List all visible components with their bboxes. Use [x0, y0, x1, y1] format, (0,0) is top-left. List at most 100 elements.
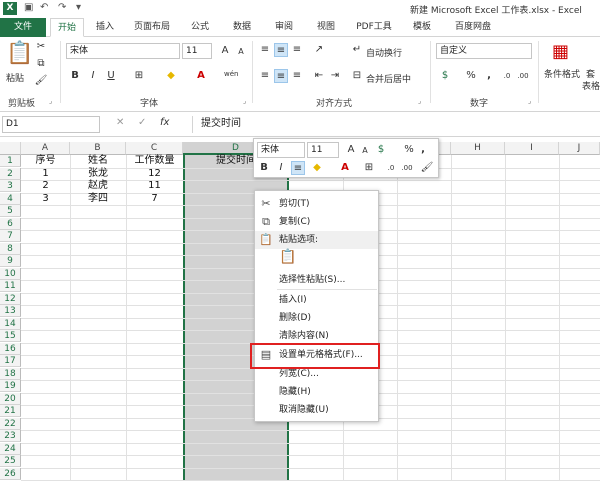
row-header-7[interactable]: 7 [0, 230, 21, 242]
save-icon[interactable]: ▣ [24, 2, 33, 13]
row-header-3[interactable]: 3 [0, 180, 21, 192]
align-right-icon[interactable]: ≡ [290, 69, 304, 83]
copy-icon[interactable]: ⧉ [34, 57, 48, 71]
paste-option-icon[interactable]: 📋 [279, 250, 296, 264]
grow-font-icon[interactable]: A [218, 44, 232, 58]
tab-data[interactable]: 数据 [228, 18, 256, 37]
row-header-16[interactable]: 16 [0, 342, 21, 355]
align-center-icon[interactable]: ≡ [291, 161, 305, 175]
formula-input[interactable]: 提交时间 [192, 116, 597, 133]
tab-formulas[interactable]: 公式 [186, 18, 214, 37]
name-box[interactable]: D1 [2, 116, 100, 133]
menu-item-6[interactable]: 删除(D) [255, 309, 378, 327]
mini-percent-button[interactable]: % [402, 143, 416, 157]
mini-comma-button[interactable]: , [416, 143, 430, 157]
tab-view[interactable]: 视图 [312, 18, 340, 37]
tab-templates[interactable]: 模板 [408, 18, 436, 37]
borders-icon[interactable]: ⊞ [132, 69, 146, 83]
row-header-9[interactable]: 9 [0, 255, 21, 267]
dialog-launcher-icon[interactable]: ⌟ [49, 97, 52, 105]
cell-a1[interactable]: 序号 [21, 155, 70, 167]
font-color-icon[interactable]: A [194, 69, 208, 83]
cell-c4[interactable]: 7 [126, 193, 183, 205]
dialog-launcher-icon[interactable]: ⌟ [243, 97, 246, 105]
dialog-launcher-icon[interactable]: ⌟ [528, 97, 531, 105]
percent-style-button[interactable]: % [464, 69, 478, 83]
accounting-format-icon[interactable]: $ [374, 143, 388, 157]
shrink-font-icon[interactable]: A [358, 144, 372, 158]
menu-item-11[interactable]: 取消隐藏(U) [255, 401, 378, 419]
paste-button-label[interactable]: 粘贴 [6, 71, 24, 84]
decrease-decimal-icon[interactable]: .00 [400, 161, 414, 175]
decrease-decimal-icon[interactable]: .00 [516, 69, 530, 83]
increase-decimal-icon[interactable]: .0 [500, 69, 514, 83]
row-header-11[interactable]: 11 [0, 280, 21, 292]
column-header-h[interactable]: H [451, 142, 505, 155]
cell-c1[interactable]: 工作数量 [126, 155, 183, 167]
customize-toolbar-icon[interactable]: ▾ [76, 2, 81, 13]
tab-review[interactable]: 审阅 [270, 18, 298, 37]
align-bottom-icon[interactable]: ≡ [290, 43, 304, 57]
font-size-select[interactable]: 11 [182, 43, 212, 59]
cell-a4[interactable]: 3 [21, 193, 70, 205]
borders-icon[interactable]: ⊞ [362, 161, 376, 175]
tab-pdf-tools[interactable]: PDF工具 [352, 18, 396, 37]
tab-page-layout[interactable]: 页面布局 [128, 18, 176, 37]
select-all-corner[interactable] [0, 142, 21, 155]
column-header-c[interactable]: C [126, 142, 183, 155]
row-header-22[interactable]: 22 [0, 417, 21, 430]
row-header-15[interactable]: 15 [0, 330, 21, 342]
column-header-i[interactable]: I [505, 142, 559, 155]
undo-icon[interactable]: ↶ [40, 2, 48, 13]
tab-insert[interactable]: 插入 [92, 18, 118, 37]
menu-item-1[interactable]: ⧉ 复制(C) [255, 213, 378, 231]
align-top-icon[interactable]: ≡ [258, 43, 272, 57]
decrease-indent-icon[interactable]: ⇤ [312, 69, 326, 83]
tab-home[interactable]: 开始 [50, 18, 84, 37]
row-header-20[interactable]: 20 [0, 392, 21, 405]
cell-b4[interactable]: 李四 [70, 193, 126, 205]
number-format-select[interactable]: 自定义 [436, 43, 532, 59]
row-header-12[interactable]: 12 [0, 292, 21, 305]
cell-b3[interactable]: 赵虎 [70, 180, 126, 192]
row-header-8[interactable]: 8 [0, 242, 21, 255]
dialog-launcher-icon[interactable]: ⌟ [418, 97, 421, 105]
cell-c3[interactable]: 11 [126, 180, 183, 192]
align-center-icon[interactable]: ≡ [274, 69, 288, 83]
cell-a2[interactable]: 1 [21, 168, 70, 180]
align-left-icon[interactable]: ≡ [258, 69, 272, 83]
orientation-icon[interactable]: ↗ [312, 43, 326, 57]
wrap-text-icon[interactable]: ↵ [350, 43, 364, 57]
row-header-4[interactable]: 4 [0, 192, 21, 205]
row-header-13[interactable]: 13 [0, 305, 21, 317]
tab-file[interactable]: 文件 [0, 18, 46, 37]
mini-font-size-select[interactable]: 11 [307, 142, 339, 158]
insert-function-button[interactable]: fx [160, 117, 169, 128]
mini-italic-button[interactable]: I [274, 161, 288, 175]
font-name-select[interactable]: 宋体 [66, 43, 180, 59]
row-header-18[interactable]: 18 [0, 367, 21, 380]
cancel-icon[interactable]: ✕ [116, 117, 124, 128]
bold-button[interactable]: B [68, 69, 82, 83]
menu-item-2[interactable]: 📋 粘贴选项: [255, 231, 378, 249]
enter-icon[interactable]: ✓ [138, 117, 146, 128]
column-header-j[interactable]: J [559, 142, 600, 155]
font-color-icon[interactable]: A [338, 161, 352, 175]
wrap-text-button[interactable]: 自动换行 [366, 46, 402, 59]
row-header-5[interactable]: 5 [0, 205, 21, 217]
increase-indent-icon[interactable]: ⇥ [328, 69, 342, 83]
row-header-2[interactable]: 2 [0, 167, 21, 180]
merge-center-button[interactable]: 合并后居中 [366, 72, 411, 85]
row-header-23[interactable]: 23 [0, 430, 21, 442]
row-header-14[interactable]: 14 [0, 317, 21, 330]
row-header-26[interactable]: 26 [0, 467, 21, 480]
italic-button[interactable]: I [86, 69, 100, 83]
menu-item-0[interactable]: ✂ 剪切(T) [255, 195, 378, 213]
row-header-21[interactable]: 21 [0, 405, 21, 417]
cell-b1[interactable]: 姓名 [70, 155, 126, 167]
align-middle-icon[interactable]: ≡ [274, 43, 288, 57]
phonetic-icon[interactable]: wén [224, 67, 238, 81]
cut-icon[interactable]: ✂ [34, 40, 48, 54]
row-header-6[interactable]: 6 [0, 217, 21, 230]
conditional-formatting-button[interactable]: 条件格式 [544, 67, 580, 80]
